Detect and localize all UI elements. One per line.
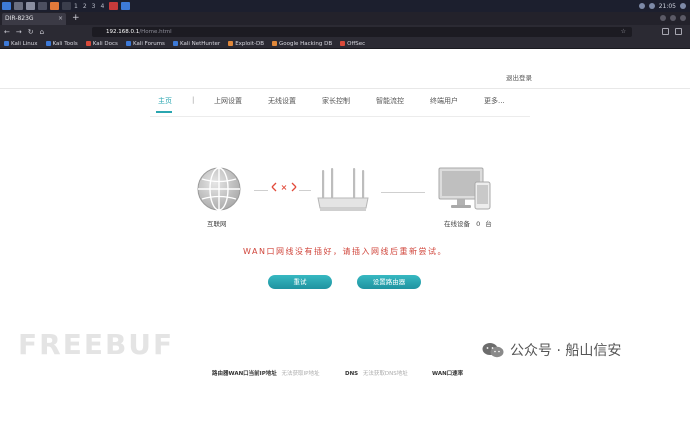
bookmark-exploit-db[interactable]: Exploit-DB xyxy=(228,41,264,47)
bookmark-google-hacking-db[interactable]: Google Hacking DB xyxy=(271,41,332,47)
app-icon-red[interactable] xyxy=(109,2,119,10)
online-devices-text: 在线设备 xyxy=(444,220,470,228)
browser-navbar: ← → ↻ ⌂ 192.168.0.1/Home.html ☆ xyxy=(0,25,690,39)
header-divider xyxy=(0,88,690,89)
menu-separator: | xyxy=(192,96,195,104)
setup-router-button[interactable]: 设置路由器 xyxy=(357,275,421,289)
disconnected-icon: × xyxy=(271,182,297,192)
ghdb-icon xyxy=(271,41,277,46)
clock: 21:05 xyxy=(658,2,676,10)
bookmark-kali-docs[interactable]: Kali Docs xyxy=(85,41,118,47)
browser-tab-strip: DIR-823G × + xyxy=(0,12,690,25)
svg-text:×: × xyxy=(281,183,288,192)
docs-icon xyxy=(85,41,91,46)
footer-status: 路由器WAN口当前IP地址 无法获取IP地址 DNS 无法获取DNS地址 WAN… xyxy=(0,362,690,377)
workspace-3[interactable]: 3 xyxy=(92,3,96,10)
wechat-icon xyxy=(482,343,504,358)
bookmark-kali-forums[interactable]: Kali Forums xyxy=(125,41,165,47)
desktop-icon[interactable] xyxy=(14,2,23,10)
back-icon[interactable]: ← xyxy=(4,28,10,36)
kali-menu-icon[interactable] xyxy=(2,2,11,10)
nethunter-icon xyxy=(172,41,178,46)
router-icon xyxy=(314,168,372,218)
volume-icon[interactable] xyxy=(648,3,655,9)
wan-ip-value: 无法获取IP地址 xyxy=(281,371,320,377)
kali-icon xyxy=(4,41,9,46)
logout-link[interactable]: 退出登录 xyxy=(506,72,532,82)
wechat-watermark: 公众号 · 船山信安 xyxy=(482,340,621,360)
menu-active-indicator xyxy=(156,111,172,113)
dns-value: 无法获取DNS地址 xyxy=(362,371,408,377)
bookmark-kali-tools[interactable]: Kali Tools xyxy=(45,41,78,47)
forward-icon[interactable]: → xyxy=(16,28,22,36)
exploit-db-icon xyxy=(228,41,234,46)
menu-wireless-settings[interactable]: 无线设置 xyxy=(268,96,296,106)
app-icon[interactable] xyxy=(62,2,71,10)
wan-ip-label: 路由器WAN口当前IP地址 xyxy=(212,371,277,377)
footer-wan-ip: 路由器WAN口当前IP地址 无法获取IP地址 xyxy=(212,369,319,377)
offsec-icon xyxy=(340,41,346,46)
tab-title: DIR-823G xyxy=(5,15,34,22)
workspace-4[interactable]: 4 xyxy=(100,3,104,10)
bookmarks-bar: Kali Linux Kali Tools Kali Docs Kali For… xyxy=(0,39,690,49)
wan-speed-label: WAN口速率 xyxy=(432,371,464,377)
wechat-account-name: 公众号 · 船山信安 xyxy=(510,343,622,359)
router-link-line xyxy=(299,190,311,191)
internet-label: 互联网 xyxy=(207,220,227,228)
terminal-icon[interactable] xyxy=(38,2,47,10)
menu-more[interactable]: 更多... xyxy=(484,96,505,106)
menu-icon[interactable] xyxy=(675,28,682,35)
clients-link-line xyxy=(381,192,425,193)
home-icon[interactable]: ⌂ xyxy=(40,28,44,36)
minimize-icon[interactable] xyxy=(660,15,666,21)
internet-link-line xyxy=(254,190,268,191)
workspace-1[interactable]: 1 xyxy=(74,3,78,10)
url-path: /Home.html xyxy=(139,29,172,35)
close-tab-icon[interactable]: × xyxy=(58,13,63,25)
new-tab-icon[interactable]: + xyxy=(72,12,80,25)
online-devices-unit: 台 xyxy=(485,220,492,228)
wan-warning-message: WAN口网线没有插好，请插入网线后重新尝试。 xyxy=(243,247,447,256)
bookmark-offsec[interactable]: OffSec xyxy=(340,41,365,47)
kali-icon xyxy=(45,41,51,46)
close-window-icon[interactable] xyxy=(680,15,686,21)
menu-divider xyxy=(150,116,530,117)
bookmark-kali-nethunter[interactable]: Kali NetHunter xyxy=(172,41,220,47)
online-devices-count: 0 xyxy=(476,220,481,228)
footer-wan-speed: WAN口速率 xyxy=(432,369,463,377)
browser-tab[interactable]: DIR-823G × xyxy=(2,13,66,25)
network-icon[interactable] xyxy=(638,3,645,9)
computer-icon xyxy=(438,166,496,216)
power-icon[interactable] xyxy=(680,3,686,9)
workspace-2[interactable]: 2 xyxy=(83,3,87,10)
menu-home[interactable]: 主页 xyxy=(158,96,172,106)
footer-dns: DNS 无法获取DNS地址 xyxy=(345,369,408,377)
firefox-icon[interactable] xyxy=(50,2,59,10)
dns-label: DNS xyxy=(345,371,359,377)
bookmark-star-icon[interactable]: ☆ xyxy=(621,27,626,37)
url-host: 192.168.0.1 xyxy=(106,29,140,35)
internet-globe-icon xyxy=(196,166,242,216)
online-devices-label: 在线设备 0 台 xyxy=(444,218,492,228)
reload-icon[interactable]: ↻ xyxy=(28,28,34,36)
menu-client-devices[interactable]: 终端用户 xyxy=(430,96,458,106)
files-icon[interactable] xyxy=(26,2,35,10)
url-bar[interactable]: 192.168.0.1/Home.html ☆ xyxy=(92,27,632,37)
menu-parental-control[interactable]: 家长控制 xyxy=(322,96,350,106)
extensions-icon[interactable] xyxy=(662,28,669,35)
os-taskbar: 1 2 3 4 21:05 xyxy=(0,0,690,12)
menu-internet-settings[interactable]: 上网设置 xyxy=(214,96,242,106)
app-icon-blue[interactable] xyxy=(121,2,131,10)
menu-smart-qos[interactable]: 智能流控 xyxy=(376,96,404,106)
maximize-icon[interactable] xyxy=(670,15,676,21)
retry-button[interactable]: 重试 xyxy=(268,275,332,289)
bookmark-kali-linux[interactable]: Kali Linux xyxy=(4,41,38,47)
freebuf-watermark: FREEBUF xyxy=(18,328,175,361)
forums-icon xyxy=(125,41,131,46)
